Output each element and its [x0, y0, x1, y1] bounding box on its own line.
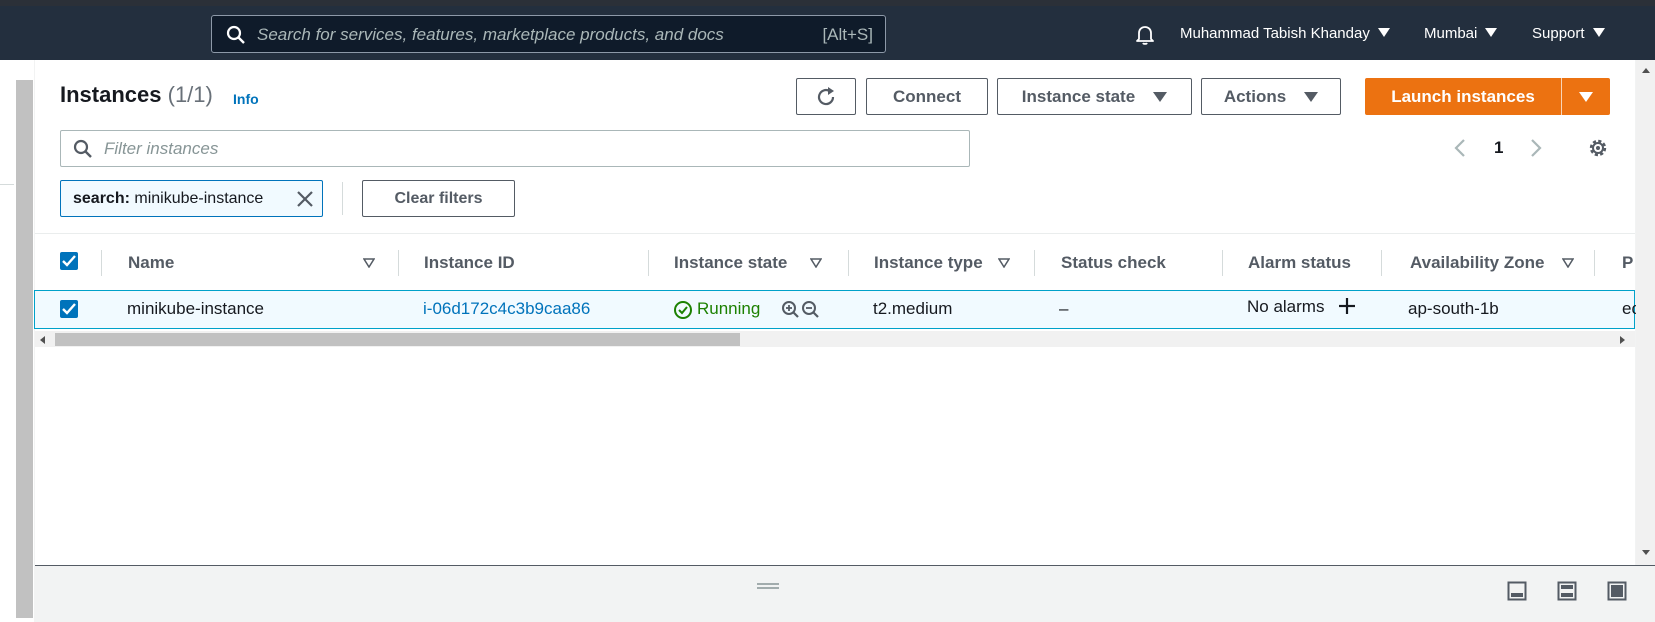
filter-placeholder: Filter instances: [104, 139, 219, 158]
row-checkbox[interactable]: [60, 300, 78, 318]
table-row[interactable]: [34, 290, 1635, 329]
column-header-alarm-status[interactable]: Alarm status: [1248, 253, 1351, 273]
column-divider: [1381, 250, 1382, 276]
connect-button[interactable]: Connect: [866, 78, 988, 115]
instance-state-label: Instance state: [1021, 86, 1136, 106]
bell-icon[interactable]: [1133, 22, 1157, 46]
filter-token-key: search:: [73, 190, 130, 207]
launch-dropdown-button[interactable]: [1562, 78, 1610, 115]
checkmark-icon: [62, 255, 76, 267]
next-page-icon[interactable]: [1529, 138, 1543, 158]
resize-handle-icon[interactable]: [757, 582, 779, 590]
actions-dropdown[interactable]: Actions: [1201, 78, 1341, 115]
sort-icon[interactable]: [1562, 258, 1574, 268]
divider: [342, 182, 343, 215]
info-link[interactable]: Info: [233, 91, 259, 107]
search-placeholder: Search for services, features, marketpla…: [257, 25, 724, 44]
left-scrollbar[interactable]: [16, 80, 33, 618]
column-header-instance-type[interactable]: Instance type: [874, 253, 983, 273]
browser-edge: [0, 0, 1655, 6]
chevron-down-icon: [1579, 91, 1593, 102]
region-name: Mumbai: [1424, 25, 1478, 42]
search-icon: [73, 139, 92, 158]
column-divider: [1034, 250, 1035, 276]
search-shortcut: [Alt+S]: [822, 25, 873, 44]
chevron-down-icon: [1485, 28, 1498, 37]
check-circle-icon: [674, 301, 692, 319]
refresh-icon: [817, 86, 835, 105]
panel-bottom-icon[interactable]: [1507, 581, 1527, 601]
actions-label: Actions: [1223, 86, 1287, 106]
zoom-in-icon[interactable]: [781, 300, 801, 320]
column-divider: [398, 250, 399, 276]
title-text: Instances: [60, 82, 162, 107]
page-number[interactable]: 1: [1494, 138, 1503, 158]
filter-token: search: minikube-instance: [60, 180, 323, 217]
sort-icon[interactable]: [810, 258, 822, 268]
column-divider: [848, 250, 849, 276]
scroll-up-icon[interactable]: [1642, 68, 1650, 73]
column-header-instance-state[interactable]: Instance state: [674, 253, 787, 273]
instance-state-value: Running: [697, 299, 761, 318]
left-rail: [0, 60, 34, 622]
zoom-out-icon[interactable]: [801, 300, 821, 320]
divider: [0, 184, 14, 185]
service-search-input[interactable]: Search for services, features, marketpla…: [211, 15, 886, 53]
filter-token-value: minikube-instance: [134, 190, 264, 207]
chevron-down-icon: [1377, 28, 1390, 37]
plus-icon[interactable]: [1337, 296, 1357, 316]
column-divider: [1222, 250, 1223, 276]
launch-instances-button[interactable]: Launch instances: [1365, 78, 1610, 115]
column-divider: [101, 250, 102, 276]
vertical-scrollbar[interactable]: [1636, 60, 1655, 565]
launch-instances-label[interactable]: Launch instances: [1365, 78, 1561, 115]
gear-icon[interactable]: [1587, 137, 1609, 159]
user-menu[interactable]: Muhammad Tabish Khanday: [1180, 25, 1390, 42]
column-header-availability-zone[interactable]: Availability Zone: [1410, 253, 1544, 273]
column-header-instance-id[interactable]: Instance ID: [424, 253, 515, 273]
user-name: Muhammad Tabish Khanday: [1180, 25, 1370, 42]
top-navigation: Search for services, features, marketpla…: [0, 0, 1655, 60]
region-menu[interactable]: Mumbai: [1424, 25, 1498, 42]
panel-side-icon[interactable]: [1557, 581, 1577, 601]
availability-zone-value: ap-south-1b: [1408, 299, 1499, 318]
previous-page-icon[interactable]: [1453, 138, 1467, 158]
scroll-right-icon[interactable]: [1620, 336, 1625, 344]
search-icon: [226, 25, 245, 44]
sort-icon[interactable]: [363, 258, 375, 268]
checkmark-icon: [62, 303, 76, 315]
select-all-checkbox[interactable]: [60, 252, 78, 270]
support-label: Support: [1532, 25, 1585, 42]
instance-state-dropdown[interactable]: Instance state: [997, 78, 1192, 115]
chevron-down-icon: [1592, 28, 1605, 37]
chevron-down-icon: [1153, 91, 1168, 102]
column-header-status-check[interactable]: Status check: [1061, 253, 1166, 273]
chevron-down-icon: [1304, 91, 1319, 102]
filter-token-text: search: minikube-instance: [73, 190, 263, 208]
instance-type-value: t2.medium: [873, 299, 953, 318]
panel-full-icon[interactable]: [1607, 581, 1627, 601]
instance-name: minikube-instance: [127, 299, 265, 318]
table-top-border: [35, 233, 1635, 234]
column-header-name[interactable]: Name: [128, 253, 174, 273]
scroll-left-icon[interactable]: [40, 336, 45, 344]
sort-icon[interactable]: [998, 258, 1010, 268]
clear-filters-button[interactable]: Clear filters: [362, 180, 515, 217]
column-header-public-dns[interactable]: P: [1622, 253, 1633, 273]
instance-count: (1/1): [167, 82, 213, 107]
split-panel: [35, 565, 1655, 622]
refresh-button[interactable]: [796, 78, 856, 115]
page-title: Instances (1/1): [60, 82, 213, 108]
column-divider: [1594, 250, 1595, 276]
support-menu[interactable]: Support: [1532, 25, 1605, 42]
horizontal-scroll-thumb[interactable]: [55, 333, 740, 346]
close-icon[interactable]: [295, 189, 315, 209]
alarm-status-value: No alarms: [1247, 297, 1325, 316]
instance-id-link[interactable]: i-06d172c4c3b9caa86: [423, 299, 590, 319]
scroll-down-icon[interactable]: [1642, 550, 1650, 555]
status-check-value: –: [1059, 299, 1069, 318]
column-divider: [648, 250, 649, 276]
instances-panel: Instances (1/1) Info Connect Instance st…: [34, 60, 1640, 565]
filter-instances-input[interactable]: Filter instances: [60, 130, 970, 167]
